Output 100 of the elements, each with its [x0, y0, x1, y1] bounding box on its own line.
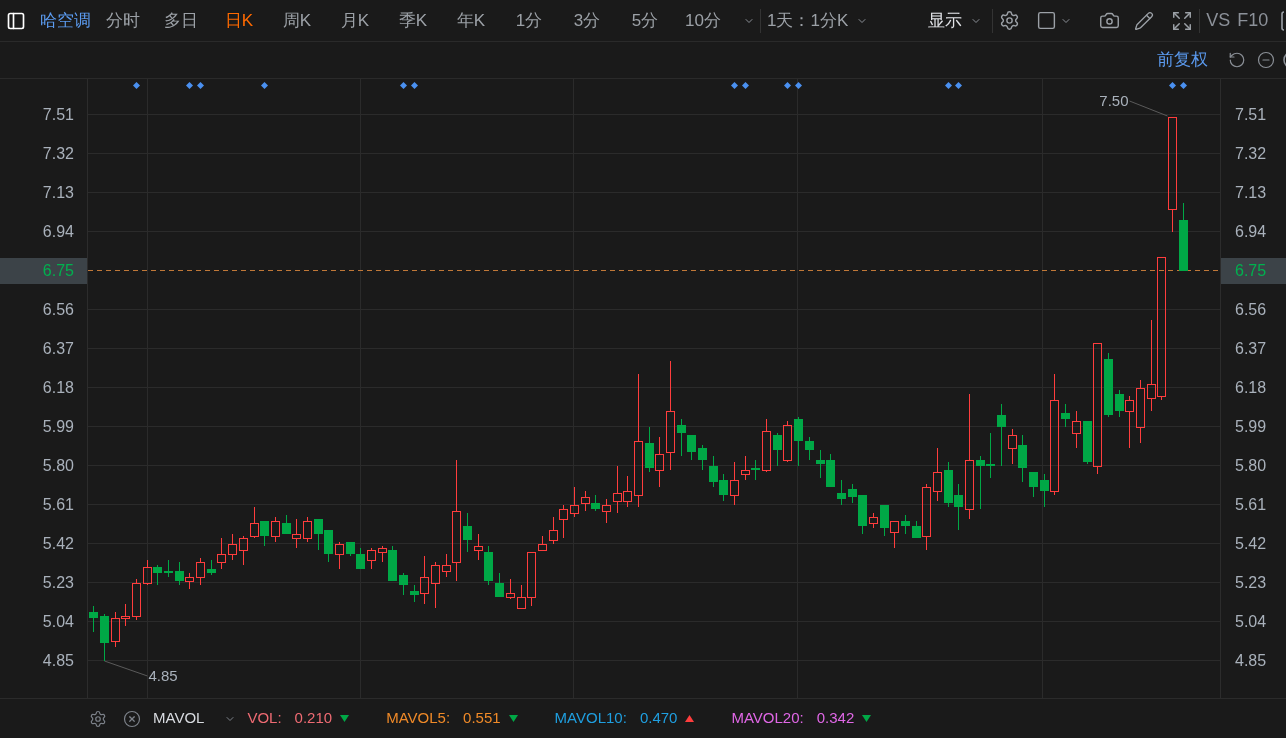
period-tab[interactable]: 分时 [94, 7, 152, 34]
reset-icon[interactable] [1228, 51, 1246, 69]
period-tab[interactable]: 多日 [152, 7, 210, 34]
price-axis-label: 4.85 [1235, 652, 1267, 670]
period-tab[interactable]: 日K [210, 7, 268, 34]
candle [260, 520, 269, 547]
candle [1008, 428, 1017, 465]
zoom-out-icon[interactable] [1257, 51, 1275, 69]
candle [549, 516, 558, 545]
vs-button[interactable]: VS [1206, 7, 1231, 34]
candle [741, 455, 750, 481]
candle [773, 432, 782, 467]
candle [1104, 352, 1113, 418]
diamond-marker-icon [133, 82, 140, 89]
period-tab[interactable]: 3分 [558, 7, 616, 34]
candle [1072, 410, 1081, 449]
candle [1029, 471, 1038, 498]
close-icon[interactable] [123, 709, 141, 728]
adjustment-link[interactable]: 前复权 [1157, 47, 1208, 73]
range-dropdown[interactable]: 1天：1分K [767, 7, 869, 34]
square-icon[interactable] [1036, 10, 1058, 31]
price-axis-label: 6.56 [1235, 301, 1267, 319]
candle [762, 418, 771, 473]
candle [880, 504, 889, 537]
stock-name-link[interactable]: 哈空调 [40, 7, 91, 34]
candle [559, 504, 568, 539]
price-axis-label: 5.61 [1235, 496, 1267, 514]
candle [538, 535, 547, 551]
candle [602, 498, 611, 524]
candle [901, 514, 910, 535]
candle [250, 506, 259, 539]
diamond-marker-icon [742, 82, 749, 89]
candle [570, 486, 579, 518]
indicator-value: 0.342 [816, 708, 855, 729]
price-axis-label: 7.51 [1235, 106, 1267, 124]
candle [89, 605, 98, 633]
candle [495, 572, 504, 598]
period-tab[interactable]: 周K [268, 7, 326, 34]
candle [591, 494, 600, 512]
candle [997, 403, 1006, 467]
price-axis-label: 6.56 [42, 301, 74, 319]
price-axis-label: 4.85 [42, 652, 74, 670]
candle [709, 455, 718, 488]
period-tab[interactable]: 10分 [674, 7, 732, 34]
candle [239, 535, 248, 566]
candle [581, 490, 590, 512]
candle [751, 459, 760, 481]
diamond-marker-icon [411, 82, 418, 89]
candle [100, 613, 109, 662]
settings-icon[interactable] [999, 10, 1021, 31]
candle [431, 561, 440, 609]
panel-icon[interactable] [6, 10, 26, 31]
price-axis-label: 7.51 [42, 106, 74, 124]
diamond-marker-icon [731, 82, 738, 89]
candle [1136, 379, 1145, 444]
price-axis-label: 6.18 [42, 379, 74, 397]
settings-icon[interactable] [89, 709, 107, 728]
price-axis-label: 5.42 [42, 535, 74, 553]
candle [698, 444, 707, 471]
display-dropdown[interactable]: 显示 [928, 7, 983, 34]
candle [944, 461, 953, 508]
f10-button[interactable]: F10 [1237, 7, 1269, 34]
candle [367, 547, 376, 570]
period-tab[interactable]: 季K [384, 7, 442, 34]
candle [314, 518, 323, 551]
diamond-marker-icon [1169, 82, 1176, 89]
indicator-value: 0.470 [639, 708, 678, 729]
candle [164, 559, 173, 578]
candle [890, 521, 899, 549]
diamond-marker-icon [795, 82, 802, 89]
price-axis-label: 5.04 [42, 613, 74, 631]
candle [303, 516, 312, 543]
candle [986, 432, 995, 479]
candle [175, 561, 184, 586]
period-tab[interactable]: 年K [442, 7, 500, 34]
pencil-icon[interactable] [1134, 10, 1155, 31]
candle [463, 512, 472, 553]
indicator-select[interactable]: MAVOL [153, 707, 237, 730]
period-tab[interactable]: 5分 [616, 7, 674, 34]
indicator-value: 0.210 [294, 708, 333, 729]
price-axis-label: 5.23 [1235, 574, 1267, 592]
period-tab[interactable]: 1分 [500, 7, 558, 34]
camera-icon[interactable] [1099, 10, 1121, 31]
diamond-marker-icon [784, 82, 791, 89]
leader-line [104, 660, 148, 677]
price-axis-label: 5.23 [42, 574, 74, 592]
candle [826, 453, 835, 488]
price-axis-label: 6.18 [1235, 379, 1267, 397]
period-tab[interactable]: 月K [326, 7, 384, 34]
price-axis-label: 5.04 [1235, 613, 1267, 631]
diamond-marker-icon [186, 82, 193, 89]
price-axis-label: 6.94 [1235, 223, 1267, 241]
fullscreen-icon[interactable] [1171, 9, 1194, 32]
candle [730, 461, 739, 506]
price-axis-label: 5.80 [42, 457, 74, 475]
price-axis-label: 5.80 [1235, 457, 1267, 475]
candle [324, 529, 333, 563]
price-axis-label: 7.32 [1235, 145, 1267, 163]
candle [271, 516, 280, 543]
candle [933, 447, 942, 502]
